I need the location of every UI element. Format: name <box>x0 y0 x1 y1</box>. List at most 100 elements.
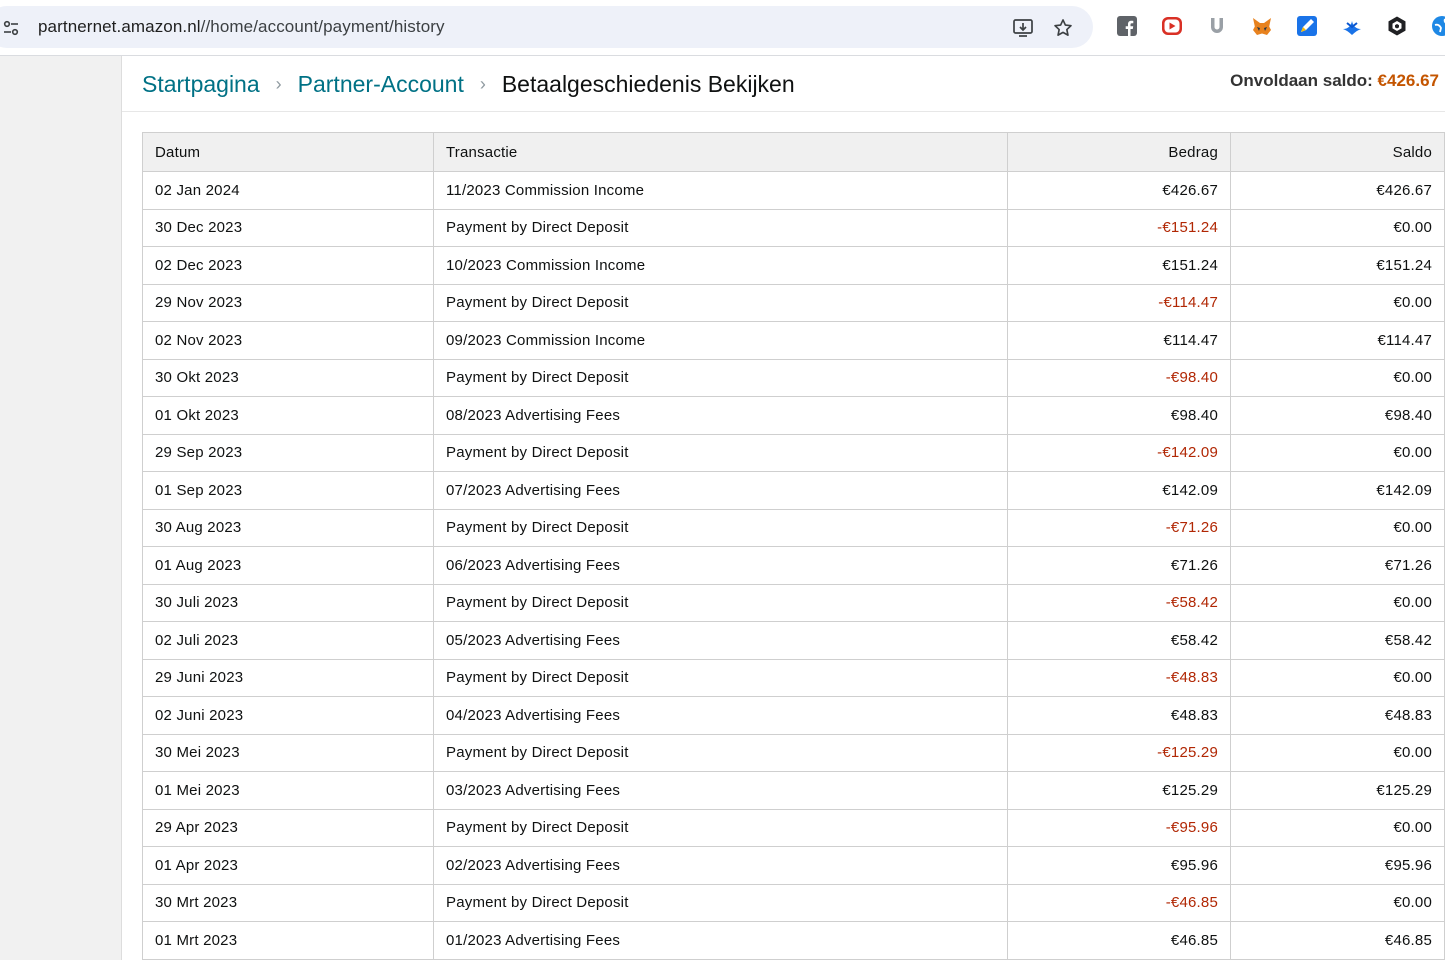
amount-cell: -€114.47 <box>1007 283 1231 322</box>
facebook-extension-icon[interactable] <box>1115 14 1139 38</box>
table-body: 02 Jan 2024 11/2023 Commission Income €426… <box>142 171 1445 960</box>
bird-extension-icon[interactable] <box>1340 14 1364 38</box>
chevron-right-icon: › <box>275 73 282 94</box>
transaction-cell: 05/2023 Advertising Fees <box>433 621 1008 660</box>
transaction-cell: 04/2023 Advertising Fees <box>433 696 1008 735</box>
date-cell: 02 Jan 2024 <box>142 171 434 210</box>
balance-label: Onvoldaan saldo: <box>1230 71 1373 90</box>
balance-cell: €426.67 <box>1230 171 1445 210</box>
left-gutter <box>0 56 122 960</box>
url-host: partnernet.amazon.nl <box>38 17 201 36</box>
column-header-date: Datum <box>142 132 434 172</box>
transaction-cell: 09/2023 Commission Income <box>433 321 1008 360</box>
transaction-cell: Payment by Direct Deposit <box>433 358 1008 397</box>
date-cell: 30 Juli 2023 <box>142 583 434 622</box>
balance-cell: €98.40 <box>1230 396 1445 435</box>
fox-extension-icon[interactable] <box>1250 14 1274 38</box>
balance-cell: €0.00 <box>1230 283 1445 322</box>
amount-cell: -€142.09 <box>1007 433 1231 472</box>
table-row: 01 Mrt 2023 01/2023 Advertising Fees €46.8… <box>142 921 1445 960</box>
outstanding-balance: Onvoldaan saldo: €426.67 <box>1230 71 1439 91</box>
balance-cell: €46.85 <box>1230 921 1445 960</box>
header-divider <box>122 111 1445 112</box>
balance-cell: €151.24 <box>1230 246 1445 285</box>
balance-cell: €0.00 <box>1230 508 1445 547</box>
payment-history-table: Datum Transactie Bedrag Saldo 02 Jan 202… <box>142 132 1445 960</box>
date-cell: 30 Mei 2023 <box>142 733 434 772</box>
globe-extension-icon[interactable] <box>1430 14 1445 38</box>
table-row: 30 Aug 2023 Payment by Direct Deposit -€71… <box>142 508 1445 547</box>
transaction-cell: 10/2023 Commission Income <box>433 246 1008 285</box>
transaction-cell: Payment by Direct Deposit <box>433 283 1008 322</box>
date-cell: 30 Dec 2023 <box>142 208 434 247</box>
amount-cell: -€151.24 <box>1007 208 1231 247</box>
balance-cell: €114.47 <box>1230 321 1445 360</box>
table-row: 01 Okt 2023 08/2023 Advertising Fees €98.4… <box>142 396 1445 435</box>
url-text[interactable]: partnernet.amazon.nl//home/account/payme… <box>38 17 445 37</box>
balance-cell: €71.26 <box>1230 546 1445 585</box>
date-cell: 02 Juli 2023 <box>142 621 434 660</box>
tune-icon[interactable] <box>0 17 22 39</box>
transaction-cell: 06/2023 Advertising Fees <box>433 546 1008 585</box>
transaction-cell: 11/2023 Commission Income <box>433 171 1008 210</box>
transaction-cell: 08/2023 Advertising Fees <box>433 396 1008 435</box>
table-row: 01 Sep 2023 07/2023 Advertising Fees €142.… <box>142 471 1445 510</box>
install-app-icon[interactable] <box>1010 15 1036 41</box>
amount-cell: €46.85 <box>1007 921 1231 960</box>
balance-cell: €0.00 <box>1230 358 1445 397</box>
balance-cell: €142.09 <box>1230 471 1445 510</box>
breadcrumb-home-link[interactable]: Startpagina <box>142 71 260 98</box>
table-header-row: Datum Transactie Bedrag Saldo <box>142 132 1445 172</box>
table-row: 30 Mrt 2023 Payment by Direct Deposit -€46… <box>142 883 1445 922</box>
amount-cell: -€95.96 <box>1007 808 1231 847</box>
address-bar[interactable]: partnernet.amazon.nl//home/account/payme… <box>0 6 1093 48</box>
balance-cell: €0.00 <box>1230 433 1445 472</box>
date-cell: 01 Okt 2023 <box>142 396 434 435</box>
table-row: 30 Mei 2023 Payment by Direct Deposit -€12… <box>142 733 1445 772</box>
balance-cell: €48.83 <box>1230 696 1445 735</box>
table-row: 30 Juli 2023 Payment by Direct Deposit -€5… <box>142 583 1445 622</box>
amount-cell: -€46.85 <box>1007 883 1231 922</box>
hexagon-extension-icon[interactable] <box>1385 14 1409 38</box>
date-cell: 01 Mrt 2023 <box>142 921 434 960</box>
table-row: 29 Juni 2023 Payment by Direct Deposit -€4… <box>142 658 1445 697</box>
url-path: //home/account/payment/history <box>200 17 445 36</box>
balance-amount: €426.67 <box>1377 71 1439 90</box>
table-row: 29 Nov 2023 Payment by Direct Deposit -€11… <box>142 283 1445 322</box>
video-extension-icon[interactable] <box>1160 14 1184 38</box>
table-row: 02 Juli 2023 05/2023 Advertising Fees €58.… <box>142 621 1445 660</box>
transaction-cell: 02/2023 Advertising Fees <box>433 846 1008 885</box>
amount-cell: -€48.83 <box>1007 658 1231 697</box>
chevron-right-icon: › <box>479 73 486 94</box>
balance-cell: €0.00 <box>1230 808 1445 847</box>
transaction-cell: 07/2023 Advertising Fees <box>433 471 1008 510</box>
table-row: 02 Dec 2023 10/2023 Commission Income €151… <box>142 246 1445 285</box>
column-header-amount: Bedrag <box>1007 132 1231 172</box>
u-extension-icon[interactable] <box>1205 14 1229 38</box>
balance-cell: €0.00 <box>1230 883 1445 922</box>
date-cell: 30 Okt 2023 <box>142 358 434 397</box>
amount-cell: €58.42 <box>1007 621 1231 660</box>
breadcrumb: Startpagina › Partner-Account › Betaalge… <box>142 69 795 99</box>
breadcrumb-partner-account-link[interactable]: Partner-Account <box>298 71 464 98</box>
table-row: 02 Jan 2024 11/2023 Commission Income €426… <box>142 171 1445 210</box>
amount-cell: -€98.40 <box>1007 358 1231 397</box>
date-cell: 01 Sep 2023 <box>142 471 434 510</box>
transaction-cell: Payment by Direct Deposit <box>433 583 1008 622</box>
amount-cell: €71.26 <box>1007 546 1231 585</box>
date-cell: 01 Apr 2023 <box>142 846 434 885</box>
star-icon[interactable] <box>1050 15 1076 41</box>
date-cell: 29 Nov 2023 <box>142 283 434 322</box>
balance-cell: €95.96 <box>1230 846 1445 885</box>
date-cell: 01 Mei 2023 <box>142 771 434 810</box>
date-cell: 29 Juni 2023 <box>142 658 434 697</box>
main-content: Startpagina › Partner-Account › Betaalge… <box>122 56 1445 960</box>
pen-extension-icon[interactable] <box>1295 14 1319 38</box>
table-row: 30 Okt 2023 Payment by Direct Deposit -€98… <box>142 358 1445 397</box>
amount-cell: €114.47 <box>1007 321 1231 360</box>
transaction-cell: 01/2023 Advertising Fees <box>433 921 1008 960</box>
amount-cell: €151.24 <box>1007 246 1231 285</box>
browser-toolbar: partnernet.amazon.nl//home/account/payme… <box>0 0 1445 56</box>
balance-cell: €58.42 <box>1230 621 1445 660</box>
balance-cell: €125.29 <box>1230 771 1445 810</box>
